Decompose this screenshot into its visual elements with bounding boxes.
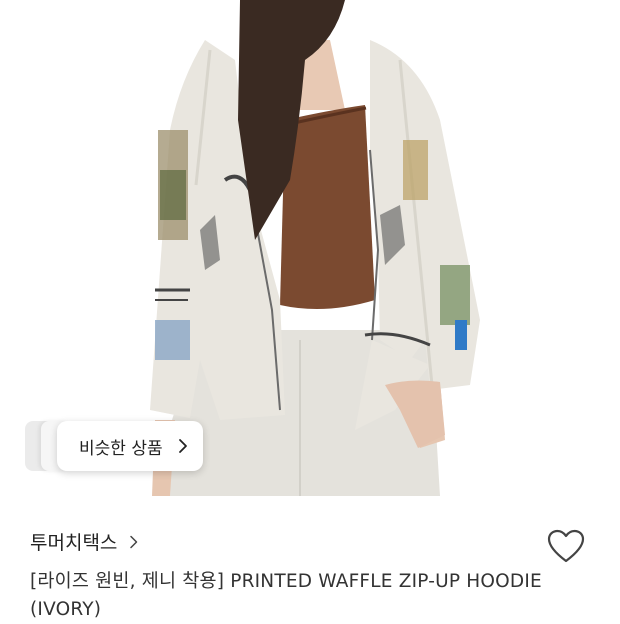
brand-link[interactable]: 투머치택스: [30, 528, 141, 555]
similar-products-button[interactable]: 비슷한 상품: [57, 421, 203, 471]
chevron-right-icon: [178, 439, 187, 453]
brand-name: 투머치택스: [30, 532, 118, 554]
product-title: [라이즈 원빈, 제니 착용] PRINTED WAFFLE ZIP-UP HO…: [30, 571, 542, 620]
similar-products-label: 비슷한 상품: [79, 438, 163, 459]
chevron-right-icon: [130, 535, 138, 548]
heart-icon[interactable]: [546, 527, 586, 567]
